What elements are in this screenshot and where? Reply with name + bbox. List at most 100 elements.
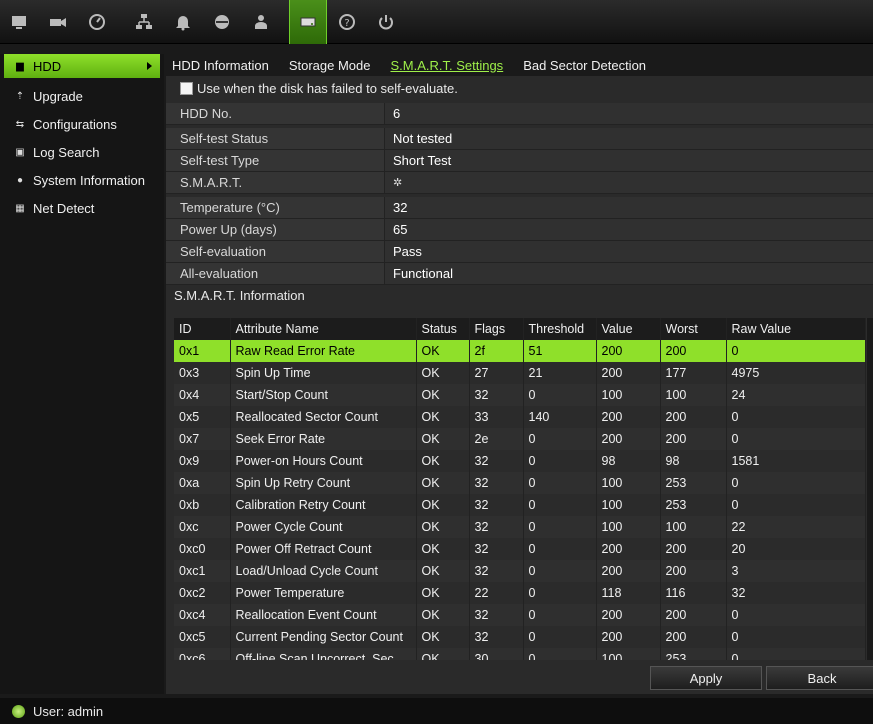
device-icon[interactable] xyxy=(203,0,241,44)
tab-smart-settings[interactable]: S.M.A.R.T. Settings xyxy=(384,58,509,73)
sidebar-item-label: Upgrade xyxy=(33,88,83,104)
sidebar-item-label: Configurations xyxy=(33,116,117,132)
table-row[interactable]: 0xc0 Power Off Retract Count OK 32 0 200 200 20 xyxy=(174,538,866,560)
table-cell: 0 xyxy=(726,648,866,660)
table-cell: 0 xyxy=(726,494,866,516)
table-row[interactable]: 0xc5 Current Pending Sector Count OK 32 0 200… xyxy=(174,626,866,648)
table-cell: 32 xyxy=(469,472,524,494)
table-cell: OK xyxy=(416,626,470,648)
power-icon[interactable] xyxy=(367,0,405,44)
user-status-icon xyxy=(12,704,25,718)
current-user: User: admin xyxy=(33,703,104,719)
table-row[interactable]: 0xc1 Load/Unload Cycle Count OK 32 0 200 200 3 xyxy=(174,560,866,582)
table-row[interactable]: 0xc Power Cycle Count OK 32 0 100 100 22 xyxy=(174,516,866,538)
table-cell: 0xc5 xyxy=(174,626,231,648)
status-bar: User: admin xyxy=(0,698,873,724)
table-row[interactable]: 0x9 Power-on Hours Count OK 32 0 98 98 1581 xyxy=(174,450,866,472)
smart-value: ✲ xyxy=(384,172,873,193)
gear-icon[interactable]: ✲ xyxy=(393,176,402,189)
table-cell: 24 xyxy=(726,384,866,406)
self-test-status-label: Self-test Status xyxy=(180,131,269,146)
table-cell: 200 xyxy=(660,604,727,626)
back-button[interactable]: Back xyxy=(766,666,873,690)
table-cell: Start/Stop Count xyxy=(230,384,417,406)
self-test-type-label: Self-test Type xyxy=(180,153,260,168)
net-icon: ▦ xyxy=(15,202,25,214)
hdd-no-select[interactable]: 6 xyxy=(384,103,873,124)
column-header[interactable]: Attribute Name xyxy=(230,318,417,340)
self-test-status-row: Self-test Status Not tested xyxy=(166,128,873,150)
table-cell: 3 xyxy=(726,560,866,582)
column-header[interactable]: Threshold xyxy=(523,318,597,340)
table-cell: 0 xyxy=(726,428,866,450)
table-cell: OK xyxy=(416,538,470,560)
playback-icon[interactable] xyxy=(78,0,116,44)
self-test-type-select[interactable]: Short Test xyxy=(384,150,873,171)
table-cell: 0x1 xyxy=(174,340,231,362)
apply-button[interactable]: Apply xyxy=(650,666,762,690)
table-cell: 100 xyxy=(596,516,661,538)
table-row[interactable]: 0x1 Raw Read Error Rate OK 2f 51 200 200 0 xyxy=(174,340,866,362)
table-cell: OK xyxy=(416,384,470,406)
camera-icon[interactable] xyxy=(39,0,77,44)
column-header[interactable]: ID xyxy=(174,318,231,340)
table-cell: 0 xyxy=(726,604,866,626)
table-row[interactable]: 0xa Spin Up Retry Count OK 32 0 100 253 0 xyxy=(174,472,866,494)
tab-hdd-information[interactable]: HDD Information xyxy=(166,58,275,73)
all-evaluation-value: Functional xyxy=(384,263,873,284)
sidebar-item-label: System Information xyxy=(33,172,145,188)
table-row[interactable]: 0xb Calibration Retry Count OK 32 0 100 253 0 xyxy=(174,494,866,516)
table-row[interactable]: 0xc4 Reallocation Event Count OK 32 0 200 200 0 xyxy=(174,604,866,626)
table-cell: 200 xyxy=(660,626,727,648)
column-header[interactable]: Raw Value xyxy=(726,318,866,340)
table-row[interactable]: 0x3 Spin Up Time OK 27 21 200 177 4975 xyxy=(174,362,866,384)
table-row[interactable]: 0x4 Start/Stop Count OK 32 0 100 100 24 xyxy=(174,384,866,406)
temperature-row: Temperature (°C) 32 xyxy=(166,197,873,219)
table-row[interactable]: 0xc2 Power Temperature OK 22 0 118 116 32 xyxy=(174,582,866,604)
sidebar-item-system-information[interactable]: ● System Information xyxy=(0,166,164,194)
column-header[interactable]: Worst xyxy=(660,318,727,340)
hdd-no-row: HDD No. 6 xyxy=(166,103,873,125)
column-header[interactable]: Flags xyxy=(469,318,524,340)
column-header[interactable]: Value xyxy=(596,318,661,340)
table-row[interactable]: 0x7 Seek Error Rate OK 2e 0 200 200 0 xyxy=(174,428,866,450)
help-icon[interactable]: ? xyxy=(328,0,366,44)
table-cell: 118 xyxy=(596,582,661,604)
sidebar-item-upgrade[interactable]: ⇡ Upgrade xyxy=(0,82,164,110)
failed-self-eval-checkbox[interactable] xyxy=(180,81,193,95)
table-cell: 0 xyxy=(523,538,597,560)
sidebar-item-label: Net Detect xyxy=(33,200,95,216)
tab-storage-mode[interactable]: Storage Mode xyxy=(283,58,377,73)
table-cell: Seek Error Rate xyxy=(230,428,417,450)
table-cell: OK xyxy=(416,604,470,626)
hdd-icon[interactable] xyxy=(289,0,327,44)
sidebar-item-configurations[interactable]: ⇆ Configurations xyxy=(0,110,164,138)
table-cell: 200 xyxy=(596,428,661,450)
user-icon[interactable] xyxy=(242,0,280,44)
column-header[interactable]: Status xyxy=(416,318,470,340)
table-cell: 0 xyxy=(523,516,597,538)
table-cell: 0 xyxy=(523,450,597,472)
sidebar-item-log-search[interactable]: ▣ Log Search xyxy=(0,138,164,166)
table-scrollbar[interactable] xyxy=(867,318,873,660)
table-row[interactable]: 0x5 Reallocated Sector Count OK 33 140 200 200… xyxy=(174,406,866,428)
table-row[interactable]: 0xc6 Off-line Scan Uncorrect. Sec OK 30 0 100… xyxy=(174,648,866,660)
table-cell: 1581 xyxy=(726,450,866,472)
smart-info-table[interactable]: ID Attribute Name Status Flags Threshold… xyxy=(174,318,872,660)
sidebar-item-net-detect[interactable]: ▦ Net Detect xyxy=(0,194,164,222)
table-cell: 98 xyxy=(596,450,661,472)
hdd-icon: ▆ xyxy=(16,60,24,72)
table-cell: 0xa xyxy=(174,472,231,494)
sidebar-item-hdd[interactable]: ▆ HDD xyxy=(4,54,160,78)
tab-bad-sector-detection[interactable]: Bad Sector Detection xyxy=(517,58,652,73)
network-icon[interactable] xyxy=(125,0,163,44)
alarm-icon[interactable] xyxy=(164,0,202,44)
self-evaluation-value: Pass xyxy=(384,241,873,262)
table-cell: 253 xyxy=(660,472,727,494)
monitor-icon[interactable] xyxy=(0,0,38,44)
table-cell: 0xc0 xyxy=(174,538,231,560)
table-cell: 0xc4 xyxy=(174,604,231,626)
table-cell: 200 xyxy=(596,626,661,648)
power-up-row: Power Up (days) 65 xyxy=(166,219,873,241)
table-cell: 32 xyxy=(469,626,524,648)
